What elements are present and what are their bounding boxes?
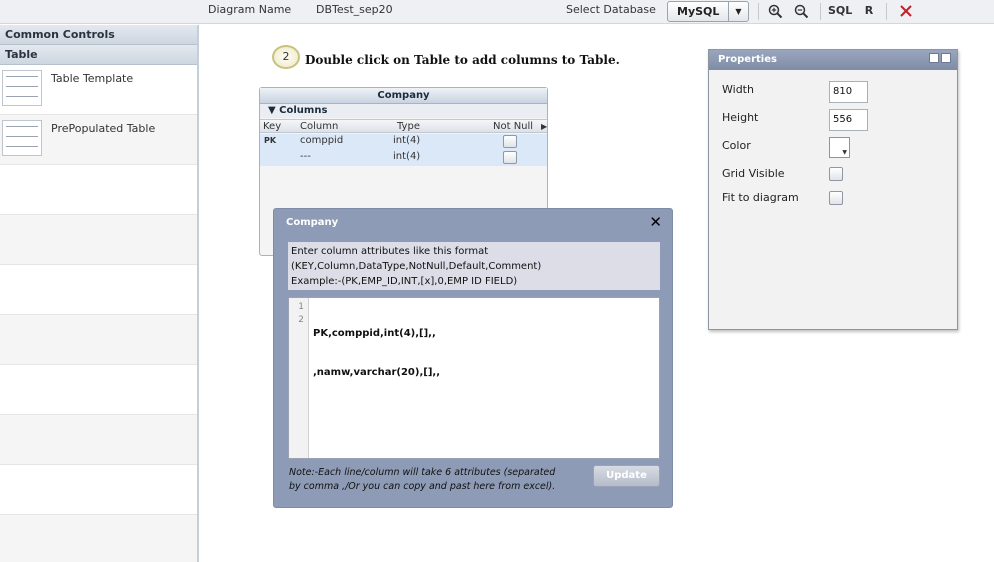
control-sidebar: Common Controls Table Table Template Pre… xyxy=(0,25,199,562)
close-icon[interactable]: ✕ xyxy=(649,213,662,231)
table-template-thumbnail xyxy=(2,70,42,106)
step-number-badge: 2 xyxy=(272,45,300,69)
grid-visible-label: Grid Visible xyxy=(722,167,785,180)
sidebar-empty-row xyxy=(0,265,197,315)
diagram-name-value[interactable]: DBTest_sep20 xyxy=(316,3,393,16)
chevron-down-icon[interactable]: ▼ xyxy=(728,2,748,21)
header-key: Key xyxy=(263,121,282,132)
sidebar-section-common-controls[interactable]: Common Controls xyxy=(0,25,197,45)
toolbar-divider xyxy=(758,3,759,20)
row-column: --- xyxy=(300,151,311,162)
table-column-header: Key Column Type Not Null ▶ xyxy=(260,119,547,133)
sql-button[interactable]: SQL xyxy=(828,1,852,22)
sidebar-item-label: PrePopulated Table xyxy=(51,122,156,135)
sidebar-item-label: Table Template xyxy=(51,72,134,85)
step-instruction: Double click on Table to add columns to … xyxy=(305,53,620,67)
sidebar-empty-row xyxy=(0,365,197,415)
maximize-icon[interactable] xyxy=(941,53,951,63)
header-type: Type xyxy=(397,121,420,132)
height-label: Height xyxy=(722,111,759,124)
fit-to-diagram-label: Fit to diagram xyxy=(722,191,799,204)
properties-panel: Properties Width 810 Height 556 Color ▼ … xyxy=(708,49,958,330)
code-line: PK,comppid,int(4),[],, xyxy=(313,328,436,339)
chevron-down-icon: ▼ xyxy=(842,149,847,156)
update-button[interactable]: Update xyxy=(593,465,660,487)
color-picker[interactable]: ▼ xyxy=(829,137,850,158)
code-line: ,namw,varchar(20),[],, xyxy=(313,367,441,378)
sidebar-empty-row xyxy=(0,165,197,215)
toolbar-divider xyxy=(820,3,821,20)
instruction-line: Enter column attributes like this format xyxy=(291,246,489,257)
sidebar-item-table-template[interactable]: Table Template xyxy=(0,65,197,115)
close-diagram-button[interactable] xyxy=(896,1,916,22)
instructions-box: Enter column attributes like this format… xyxy=(288,242,660,290)
line-number: 2 xyxy=(298,315,304,325)
instruction-line: (KEY,Column,DataType,NotNull,Default,Com… xyxy=(291,261,542,272)
caret-down-icon: ▼ xyxy=(268,105,280,116)
header-column: Column xyxy=(300,121,339,132)
minimize-icon[interactable] xyxy=(929,53,939,63)
toolbar-divider xyxy=(886,3,887,20)
sidebar-empty-row xyxy=(0,315,197,365)
sidebar-item-prepopulated-table[interactable]: PrePopulated Table xyxy=(0,115,197,165)
column-editor-dialog: Company ✕ Enter column attributes like t… xyxy=(273,208,673,508)
row-type: int(4) xyxy=(393,151,421,162)
line-number-gutter: 1 2 xyxy=(289,298,309,458)
line-number: 1 xyxy=(298,302,304,312)
zoom-out-button[interactable] xyxy=(792,1,812,22)
sidebar-section-table[interactable]: Table xyxy=(0,45,197,65)
zoom-out-icon xyxy=(794,4,809,19)
diagram-name-label: Diagram Name xyxy=(208,3,292,16)
height-input[interactable]: 556 xyxy=(829,109,868,131)
prepopulated-table-thumbnail xyxy=(2,120,42,156)
sidebar-empty-row xyxy=(0,465,197,515)
row-column: comppid xyxy=(300,135,344,146)
color-label: Color xyxy=(722,139,751,152)
note-line: by comma ,/Or you can copy and past here… xyxy=(289,481,556,492)
sidebar-empty-row xyxy=(0,415,197,465)
instruction-line: Example:-(PK,EMP_ID,INT,[x],0,EMP ID FIE… xyxy=(291,276,518,287)
columns-section-label: Columns xyxy=(279,105,328,116)
fit-to-diagram-checkbox[interactable] xyxy=(829,191,843,205)
table-row[interactable]: PK comppid int(4) xyxy=(260,134,547,150)
dialog-note: Note:-Each line/column will take 6 attri… xyxy=(289,466,584,494)
editor-content[interactable]: PK,comppid,int(4),[],, ,namw,varchar(20)… xyxy=(313,301,440,405)
scroll-right-icon[interactable]: ▶ xyxy=(541,122,547,131)
panel-window-controls xyxy=(927,53,951,64)
not-null-checkbox[interactable] xyxy=(503,151,517,164)
row-key: PK xyxy=(264,136,277,145)
properties-title: Properties xyxy=(718,54,777,65)
database-select[interactable]: MySQL ▼ xyxy=(667,1,749,22)
row-type: int(4) xyxy=(393,135,421,146)
close-icon xyxy=(900,5,912,17)
sidebar-empty-row xyxy=(0,515,197,562)
properties-title-bar[interactable]: Properties xyxy=(709,50,957,70)
columns-section-header[interactable]: ▼ Columns xyxy=(260,104,547,118)
zoom-in-button[interactable] xyxy=(766,1,786,22)
header-not-null: Not Null xyxy=(493,121,534,132)
width-input[interactable]: 810 xyxy=(829,81,868,103)
table-row[interactable]: --- int(4) xyxy=(260,150,547,166)
width-label: Width xyxy=(722,83,754,96)
zoom-in-icon xyxy=(768,4,783,19)
select-database-label: Select Database xyxy=(566,3,656,16)
grid-visible-checkbox[interactable] xyxy=(829,167,843,181)
not-null-checkbox[interactable] xyxy=(503,135,517,148)
table-title: Company xyxy=(260,88,547,104)
note-line: Note:-Each line/column will take 6 attri… xyxy=(289,467,556,478)
dialog-title: Company xyxy=(286,217,339,228)
column-attributes-editor[interactable]: 1 2 PK,comppid,int(4),[],, ,namw,varchar… xyxy=(288,297,660,459)
sidebar-empty-row xyxy=(0,215,197,265)
top-toolbar: Diagram Name DBTest_sep20 Select Databas… xyxy=(0,0,994,24)
database-select-value: MySQL xyxy=(677,5,720,18)
r-button[interactable]: R xyxy=(862,1,876,22)
